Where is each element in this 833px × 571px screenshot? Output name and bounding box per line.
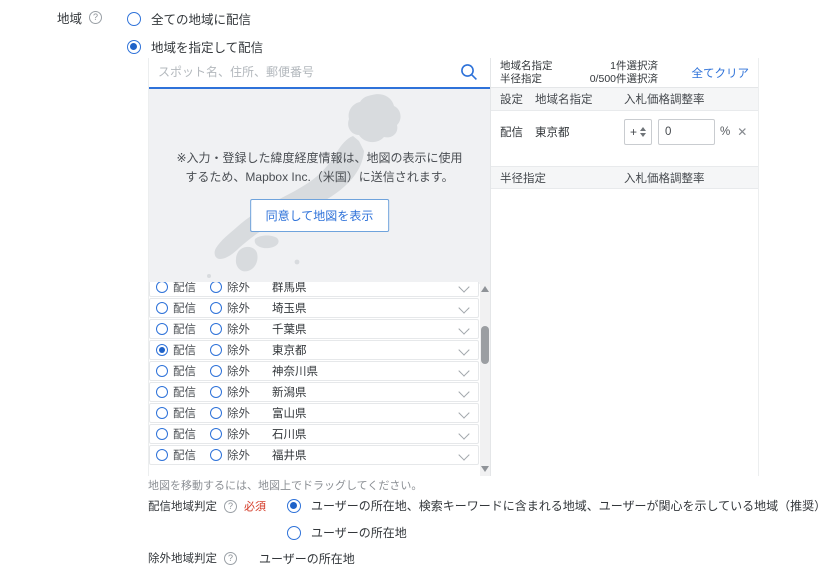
area-summary-line: 地域名指定 1件選択済: [500, 59, 658, 72]
exclusion-judgement-label-row: 除外地域判定 ?: [148, 550, 237, 566]
scroll-thumb[interactable]: [481, 326, 489, 364]
exclusion-judgement-label: 除外地域判定: [148, 553, 217, 565]
region-help-icon[interactable]: ?: [89, 11, 103, 24]
delivery-judgement-label-row: 配信地域判定 ? 必須: [148, 498, 266, 514]
radius-summary-line: 半径指定 0/500件選択済: [500, 72, 658, 85]
selection-summary: 地域名指定 1件選択済 半径指定 0/500件選択済 全てクリア: [491, 58, 758, 88]
deliver-radio[interactable]: [156, 428, 168, 440]
area-table-header: 設定 地域名指定 入札価格調整率: [491, 88, 758, 111]
specify-regions-label: 地域を指定して配信: [151, 41, 264, 55]
all-regions-label: 全ての地域に配信: [151, 13, 252, 27]
area-name-value: 東京都: [535, 127, 570, 139]
delivery-judgement-label: 配信地域判定: [148, 501, 217, 513]
deliver-radio[interactable]: [156, 344, 168, 356]
search-icon[interactable]: [460, 63, 478, 81]
prefecture-list: 配信 除外 群馬県 配信 除外 埼玉県 配信 除外 千葉県 配信 除外 東京都 …: [149, 282, 479, 476]
show-map-consent-button[interactable]: 同意して地図を表示: [249, 199, 390, 232]
remove-area-icon[interactable]: ✕: [737, 125, 747, 139]
prefecture-row-saitama: 配信 除外 埼玉県: [149, 298, 479, 318]
exclude-radio[interactable]: [210, 344, 222, 356]
chevron-down-icon[interactable]: [458, 344, 470, 356]
region-targeting-screen: 地域 ? 全ての地域に配信 地域を指定して配信 スポット名、住所、郵便番号 ※入…: [0, 0, 833, 571]
deliver-radio[interactable]: [156, 407, 168, 419]
exclude-radio[interactable]: [210, 386, 222, 398]
chevron-down-icon[interactable]: [458, 302, 470, 314]
prefecture-row-kanagawa: 配信 除外 神奈川県: [149, 361, 479, 381]
map-drag-hint: 地図を移動するには、地図上でドラッグしてください。: [148, 480, 423, 492]
deliver-radio[interactable]: [156, 449, 168, 461]
prefecture-row-fukui: 配信 除外 福井県: [149, 445, 479, 465]
bid-adjust-input[interactable]: [658, 119, 715, 145]
region-picker-widget: ※入力・登録した緯度経度情報は、地図の表示に使用 するため、Mapbox Inc…: [148, 58, 759, 476]
chevron-down-icon[interactable]: [458, 386, 470, 398]
map-and-list-column: ※入力・登録した緯度経度情報は、地図の表示に使用 するため、Mapbox Inc…: [148, 58, 490, 476]
chevron-down-icon[interactable]: [458, 365, 470, 377]
exclude-radio[interactable]: [210, 323, 222, 335]
region-field-label: 地域 ?: [57, 8, 103, 27]
area-setting-value: 配信: [500, 127, 523, 139]
prefecture-row-gunma: 配信 除外 群馬県: [149, 282, 479, 297]
delivery-judgement-radio-2[interactable]: [287, 525, 301, 540]
stepper-arrows-icon[interactable]: [640, 127, 646, 137]
prefecture-row-tokyo: 配信 除外 東京都: [149, 340, 479, 360]
exclude-radio[interactable]: [210, 449, 222, 461]
exclude-radio[interactable]: [210, 365, 222, 377]
list-scrollbar[interactable]: [480, 282, 490, 476]
deliver-radio[interactable]: [156, 365, 168, 377]
prefecture-row-niigata: 配信 除外 新潟県: [149, 382, 479, 402]
option-specify-regions[interactable]: 地域を指定して配信: [127, 37, 263, 56]
deliver-radio[interactable]: [156, 386, 168, 398]
exclude-radio[interactable]: [210, 428, 222, 440]
delivery-judgement-option-1[interactable]: ユーザーの所在地、検索キーワードに含まれる地域、ユーザーが関心を示している地域（…: [287, 497, 826, 514]
delivery-judgement-option-2[interactable]: ユーザーの所在地: [287, 524, 407, 541]
area-selected-count: 1件選択済: [610, 59, 658, 72]
exclude-radio[interactable]: [210, 407, 222, 419]
radius-table-header: 半径指定 入札価格調整率: [491, 166, 758, 189]
clear-all-link[interactable]: 全てクリア: [692, 65, 750, 81]
specify-regions-radio[interactable]: [127, 39, 141, 54]
scroll-down-icon[interactable]: [481, 466, 489, 472]
chevron-down-icon[interactable]: [458, 428, 470, 440]
bid-sign-stepper[interactable]: +: [624, 119, 652, 145]
chevron-down-icon[interactable]: [458, 449, 470, 461]
exclusion-judgement-help-icon[interactable]: ?: [224, 551, 237, 565]
deliver-radio[interactable]: [156, 323, 168, 335]
required-badge: 必須: [244, 501, 266, 513]
selected-area-row: 配信 東京都 + % ✕: [491, 111, 758, 153]
prefecture-row-chiba: 配信 除外 千葉県: [149, 319, 479, 339]
chevron-down-icon[interactable]: [458, 407, 470, 419]
delivery-judgement-help-icon[interactable]: ?: [224, 499, 237, 513]
all-regions-radio[interactable]: [127, 11, 141, 26]
map-area[interactable]: ※入力・登録した緯度経度情報は、地図の表示に使用 するため、Mapbox Inc…: [149, 89, 490, 284]
selection-panel: 地域名指定 1件選択済 半径指定 0/500件選択済 全てクリア 設定 地域名指…: [490, 58, 759, 476]
delivery-judgement-radio-1[interactable]: [287, 498, 301, 513]
option-all-regions[interactable]: 全ての地域に配信: [127, 9, 251, 28]
prefecture-row-toyama: 配信 除外 富山県: [149, 403, 479, 423]
chevron-down-icon[interactable]: [458, 282, 470, 293]
deliver-radio[interactable]: [156, 302, 168, 314]
mapbox-notice-line1: ※入力・登録した緯度経度情報は、地図の表示に使用: [176, 151, 463, 165]
spot-search-input[interactable]: [149, 58, 458, 85]
exclude-radio[interactable]: [210, 282, 222, 293]
prefecture-row-ishikawa: 配信 除外 石川県: [149, 424, 479, 444]
scroll-up-icon[interactable]: [481, 286, 489, 292]
chevron-down-icon[interactable]: [458, 323, 470, 335]
exclude-radio[interactable]: [210, 302, 222, 314]
region-label: 地域: [57, 12, 83, 26]
mapbox-notice-line2: するため、Mapbox Inc.（米国）に送信されます。: [185, 170, 454, 184]
radius-selected-count: 0/500件選択済: [589, 72, 658, 85]
exclusion-judgement-value: ユーザーの所在地: [259, 552, 355, 566]
mapbox-notice: ※入力・登録した緯度経度情報は、地図の表示に使用 するため、Mapbox Inc…: [149, 149, 490, 187]
spot-search-bar: [149, 58, 490, 89]
deliver-radio[interactable]: [156, 282, 168, 293]
percent-unit: %: [720, 126, 731, 138]
